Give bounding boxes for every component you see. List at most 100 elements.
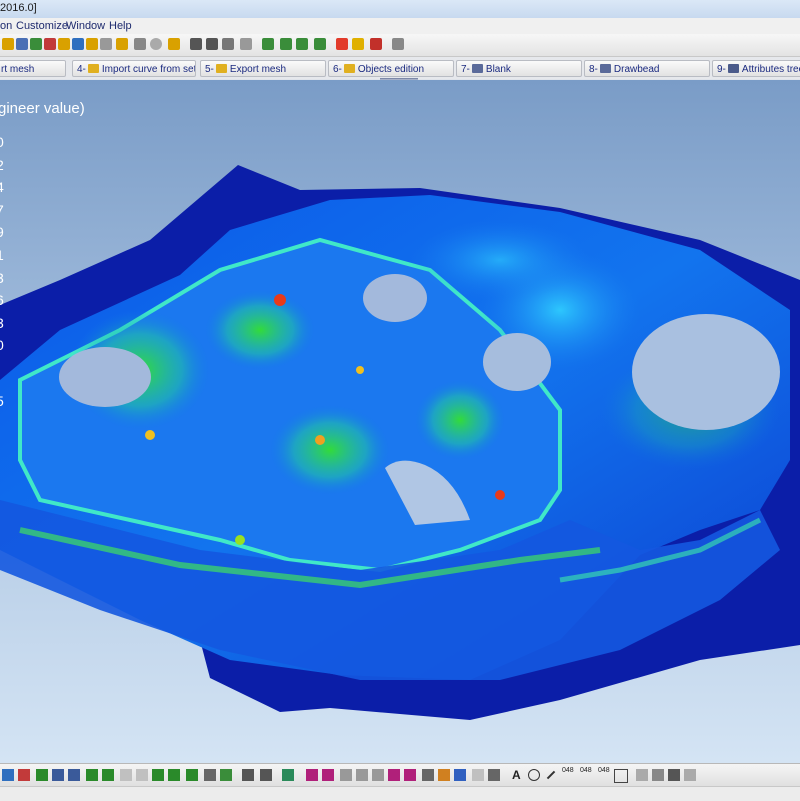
tool-icon[interactable]: [684, 769, 696, 781]
step-number: 8-: [589, 64, 598, 75]
step-label: Drawbead: [613, 64, 660, 75]
measure-tool-label[interactable]: 048: [580, 767, 592, 774]
step-button-export-mesh[interactable]: 5- Export mesh: [200, 60, 326, 77]
tool-icon[interactable]: [352, 38, 364, 50]
tool-icon[interactable]: [136, 769, 148, 781]
tool-icon[interactable]: [2, 769, 14, 781]
tool-icon[interactable]: [186, 769, 198, 781]
tool-icon[interactable]: [282, 769, 294, 781]
save-icon[interactable]: [488, 769, 500, 781]
tool-icon[interactable]: [220, 769, 232, 781]
legend-value: 2: [0, 157, 4, 173]
next-frame-icon[interactable]: [388, 769, 400, 781]
line-icon[interactable]: [190, 38, 202, 50]
text-tool-label[interactable]: A: [512, 768, 521, 782]
tool-icon[interactable]: [2, 38, 14, 50]
tool-icon[interactable]: [16, 38, 28, 50]
legend-value: 0: [0, 337, 4, 353]
step-label: rt mesh: [1, 64, 35, 75]
table-icon[interactable]: [614, 769, 628, 783]
tool-icon[interactable]: [240, 38, 252, 50]
menu-item-window[interactable]: Window: [66, 20, 105, 32]
tool-icon[interactable]: [18, 769, 30, 781]
tool-icon[interactable]: [204, 769, 216, 781]
menu-item-customize[interactable]: Customize: [16, 20, 68, 32]
step-button-objects-edition[interactable]: 6- Objects edition: [328, 60, 454, 77]
tool-icon[interactable]: [100, 38, 112, 50]
tree-icon: [727, 64, 739, 73]
tool-icon[interactable]: [86, 38, 98, 50]
legend-value: 5: [0, 393, 4, 409]
tool-icon[interactable]: [86, 769, 98, 781]
tool-icon[interactable]: [262, 38, 274, 50]
drawbead-icon: [599, 64, 611, 73]
chart-icon[interactable]: [336, 38, 348, 50]
stamped-part-contour-plot: [0, 165, 800, 720]
stop-icon[interactable]: [340, 769, 352, 781]
first-frame-icon[interactable]: [306, 769, 318, 781]
play-icon[interactable]: [356, 769, 368, 781]
tool-icon[interactable]: [222, 38, 234, 50]
menu-bar: on Customize Window Help: [0, 18, 800, 34]
step-button-import-curve[interactable]: 4- Import curve from setup: [72, 60, 196, 77]
curve-icon[interactable]: [206, 38, 218, 50]
tool-icon[interactable]: [314, 38, 326, 50]
strain-zone-mid: [415, 380, 505, 460]
step-label: Attributes tree: [741, 64, 800, 75]
tool-icon[interactable]: [260, 769, 272, 781]
tool-icon[interactable]: [36, 769, 48, 781]
legend-value: 4: [0, 179, 4, 195]
tool-icon[interactable]: [58, 38, 70, 50]
tool-icon[interactable]: [168, 38, 180, 50]
close-tool-icon[interactable]: [392, 38, 404, 50]
step-button-mesh[interactable]: rt mesh: [0, 60, 66, 77]
step-button-blank[interactable]: 7- Blank: [456, 60, 582, 77]
tool-icon[interactable]: [242, 769, 254, 781]
strain-hotspot: [356, 366, 364, 374]
tool-icon[interactable]: [296, 38, 308, 50]
window-title: 2016.0]: [0, 2, 37, 14]
tool-icon[interactable]: [68, 769, 80, 781]
measure-tool-label[interactable]: 048: [562, 767, 574, 774]
step-button-attributes-tree[interactable]: 9- Attributes tree: [712, 60, 800, 77]
tool-icon[interactable]: [636, 769, 648, 781]
tool-icon[interactable]: [44, 38, 56, 50]
tool-icon[interactable]: [168, 769, 180, 781]
tool-icon[interactable]: [422, 769, 434, 781]
tool-icon[interactable]: [652, 769, 664, 781]
circle-icon[interactable]: [528, 769, 540, 781]
strain-zone-top: [205, 290, 315, 370]
last-frame-icon[interactable]: [404, 769, 416, 781]
undo-icon[interactable]: [134, 38, 146, 50]
menu-item-help[interactable]: Help: [109, 20, 132, 32]
tool-icon[interactable]: [438, 769, 450, 781]
tool-icon[interactable]: [72, 38, 84, 50]
previous-frame-icon[interactable]: [322, 769, 334, 781]
legend-value: 7: [0, 202, 4, 218]
tool-icon[interactable]: [454, 769, 466, 781]
pause-icon[interactable]: [372, 769, 384, 781]
3d-viewport[interactable]: gineer value) 0 2 4 7 9 1 3 6 3 0 5: [0, 80, 800, 763]
tool-icon[interactable]: [472, 769, 484, 781]
tool-icon[interactable]: [52, 769, 64, 781]
tool-icon[interactable]: [280, 38, 292, 50]
step-button-drawbead[interactable]: 8- Drawbead: [584, 60, 710, 77]
info-icon[interactable]: [150, 38, 162, 50]
tool-icon[interactable]: [102, 769, 114, 781]
tool-icon[interactable]: [116, 38, 128, 50]
tool-icon[interactable]: [370, 38, 382, 50]
status-bar: [0, 786, 800, 801]
tool-icon[interactable]: [668, 769, 680, 781]
main-toolbar: [0, 34, 800, 57]
step-label: Import curve from setup: [101, 64, 195, 75]
tool-icon[interactable]: [30, 38, 42, 50]
step-label: Export mesh: [229, 64, 287, 75]
tool-icon[interactable]: [120, 769, 132, 781]
menu-item-simulation[interactable]: on: [0, 20, 12, 32]
strain-zone-center: [270, 405, 390, 495]
measure-tool-label[interactable]: 048: [598, 767, 610, 774]
tool-icon[interactable]: [152, 769, 164, 781]
strain-hotspot: [235, 535, 245, 545]
edit-objects-icon: [343, 64, 355, 73]
arrow-icon[interactable]: [546, 770, 556, 780]
